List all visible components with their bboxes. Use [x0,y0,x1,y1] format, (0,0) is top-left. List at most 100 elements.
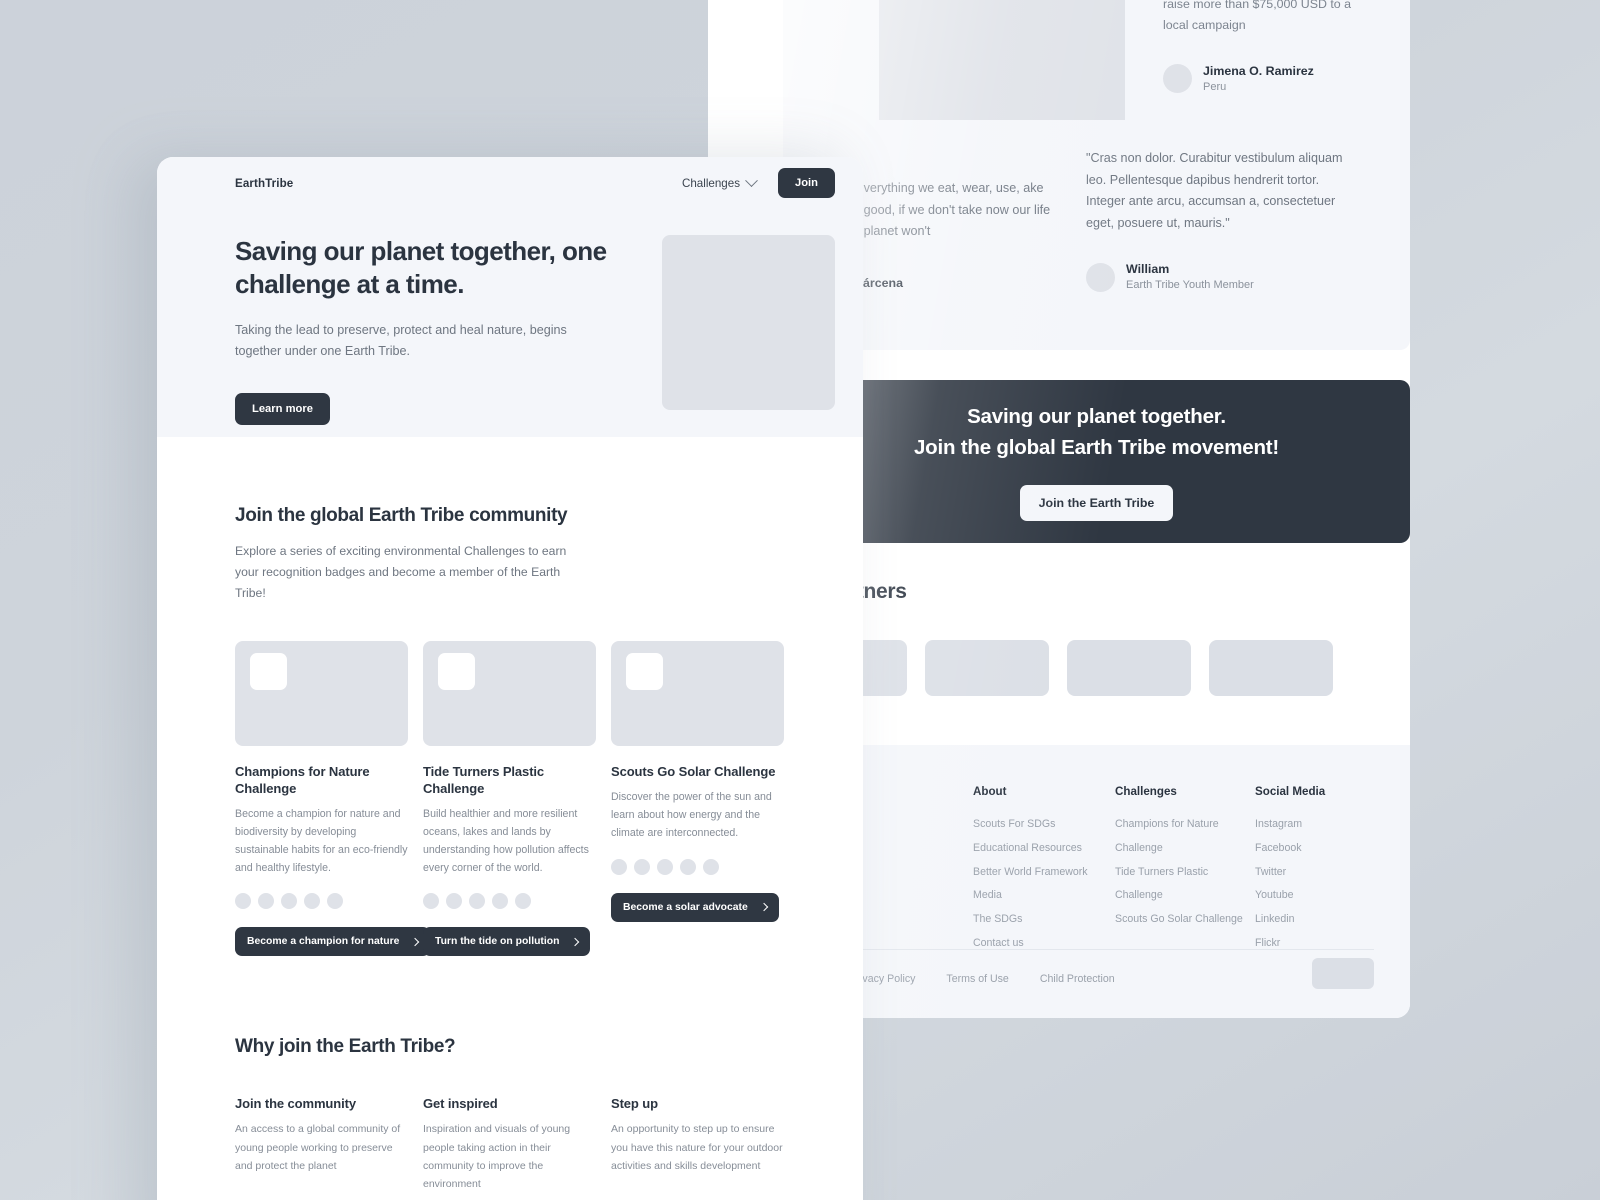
footer-link[interactable]: Contact us [973,932,1115,956]
challenge-cta-label: Turn the tide on pollution [435,936,560,948]
why-item-text: Inspiration and visuals of young people … [423,1123,571,1190]
quote-right-author-name: William [1126,261,1170,276]
quotes-band: ve us everything we eat, wear, use, ake … [783,120,1410,350]
badge-icon [438,652,475,690]
footer-link[interactable]: Youtube [1255,884,1365,908]
why-item: Get inspired Inspiration and visuals of … [423,1096,599,1192]
footer-link[interactable]: Scouts For SDGs [973,813,1115,837]
badge-dot-row [423,893,596,910]
mockup-canvas: in Alertathon Due to some loss of jobs i… [0,0,1600,1200]
footer-link[interactable]: Educational Resources [973,837,1115,861]
partners-title: Our partners [783,580,907,603]
badge-dot-row [235,893,408,910]
footer-link[interactable]: Twitter [1255,861,1365,885]
why-item-heading: Step up [611,1096,658,1112]
avatar [1086,262,1115,292]
badge-dot [611,858,627,875]
footer-link[interactable]: Linkedin [1255,908,1365,932]
nav-right-group: Challenges Join [682,168,835,198]
footer-link[interactable]: The SDGs [973,908,1115,932]
hero-title: Saving our planet together, one challeng… [235,236,607,300]
challenge-image-placeholder [423,640,596,746]
story-author-role: Peru [1203,80,1227,93]
badge-icon [250,652,287,690]
footer-link[interactable]: Facebook [1255,837,1365,861]
footer-badge-placeholder [1312,958,1374,989]
story-text: Due to some loss of jobs in many familie… [1163,0,1352,33]
legal-link[interactable]: Child Protection [1040,973,1115,985]
badge-dot [469,893,485,910]
challenge-card: Scouts Go Solar Challenge Discover the p… [611,640,784,957]
foreground-page: EarthTribe Challenges Join Saving our pl… [157,157,863,1200]
footer-link[interactable]: Better World Framework [973,861,1115,885]
footer-link[interactable]: Champions for Nature Challenge [1115,813,1255,861]
why-item-heading: Get inspired [423,1096,498,1112]
nav-challenges-label: Challenges [681,176,740,190]
why-item: Step up An opportunity to step up to ens… [611,1096,787,1192]
challenge-description: Become a champion for nature and biodive… [235,808,408,874]
hero-copy: Saving our planet together, one challeng… [235,235,615,425]
badge-dot [634,858,650,875]
badge-icon [626,652,663,690]
learn-more-button[interactable]: Learn more [235,392,330,425]
challenge-cta-button[interactable]: Become a champion for nature [235,927,431,957]
footer-link[interactable]: Media [973,884,1115,908]
story-body: in Alertathon Due to some loss of jobs i… [1163,0,1378,95]
footer-column-title: Social Media [1255,785,1326,798]
badge-dot-row [611,858,784,875]
challenge-card-list: Champions for Nature Challenge Become a … [235,640,835,957]
footer-link[interactable]: Flickr [1255,932,1365,956]
challenge-card: Tide Turners Plastic Challenge Build hea… [423,640,596,957]
partner-logo-placeholder [1209,640,1333,696]
join-earth-tribe-button[interactable]: Join the Earth Tribe [1019,484,1174,521]
chevron-down-icon [745,173,758,187]
brand-logo[interactable]: EarthTribe [235,177,293,190]
story-author: Jimena O. Ramirez Peru [1163,63,1378,96]
community-title: Join the global Earth Tribe community [235,505,568,526]
quote-right-text: "Cras non dolor. Curabitur vestibulum al… [1086,151,1343,230]
why-join-grid: Join the community An access to a global… [235,1096,835,1200]
footer-column-title: About [973,785,1007,798]
chevron-right-icon [571,937,580,947]
cta-line-1: Saving our planet together. [967,405,1226,429]
badge-dot [446,893,462,910]
why-item-heading: Join the community [235,1096,356,1112]
badge-dot [657,858,673,875]
join-button[interactable]: Join [778,168,835,198]
why-join-title: Why join the Earth Tribe? [235,1036,456,1058]
badge-dot [423,893,439,910]
footer-link[interactable]: Instagram [1255,813,1365,837]
cta-banner: Saving our planet together. Join the glo… [783,380,1410,543]
avatar [1163,64,1192,94]
badge-dot [281,893,297,910]
why-item-text: An opportunity to step up to ensure you … [611,1123,783,1172]
badge-dot [304,893,320,910]
challenge-cta-label: Become a champion for nature [247,936,400,948]
hero-image-placeholder [662,235,835,410]
chevron-right-icon [759,902,768,912]
badge-dot [327,893,343,910]
hero-section: EarthTribe Challenges Join Saving our pl… [157,157,863,437]
nav-item-challenges[interactable]: Challenges [681,173,758,190]
partner-logo-placeholder [925,640,1049,696]
challenge-image-placeholder [235,640,408,746]
challenge-cta-button[interactable]: Become a solar advocate [611,892,779,922]
footer-link[interactable]: Scouts Go Solar Challenge [1115,908,1255,932]
challenge-cta-button[interactable]: Turn the tide on pollution [423,927,591,957]
quote-right-author-role: Earth Tribe Youth Member [1126,278,1254,291]
badge-dot [703,858,719,875]
footer-link[interactable]: Tide Turners Plastic Challenge [1115,861,1255,909]
badge-dot [515,893,531,910]
why-join-section: Why join the Earth Tribe? Join the commu… [157,956,863,1200]
legal-link[interactable]: Terms of Use [946,973,1008,985]
why-item-text: An access to a global community of young… [235,1123,401,1172]
badge-dot [492,893,508,910]
quote-left-author-name: árcena [863,275,903,290]
badge-dot [258,893,274,910]
community-subtitle: Explore a series of exciting environment… [235,544,567,600]
challenge-description: Discover the power of the sun and learn … [611,791,772,839]
partner-logo-placeholder [1067,640,1191,696]
hero-subtitle: Taking the lead to preserve, protect and… [235,322,567,359]
challenge-title: Scouts Go Solar Challenge [611,763,776,779]
challenge-title: Tide Turners Plastic Challenge [423,763,545,797]
